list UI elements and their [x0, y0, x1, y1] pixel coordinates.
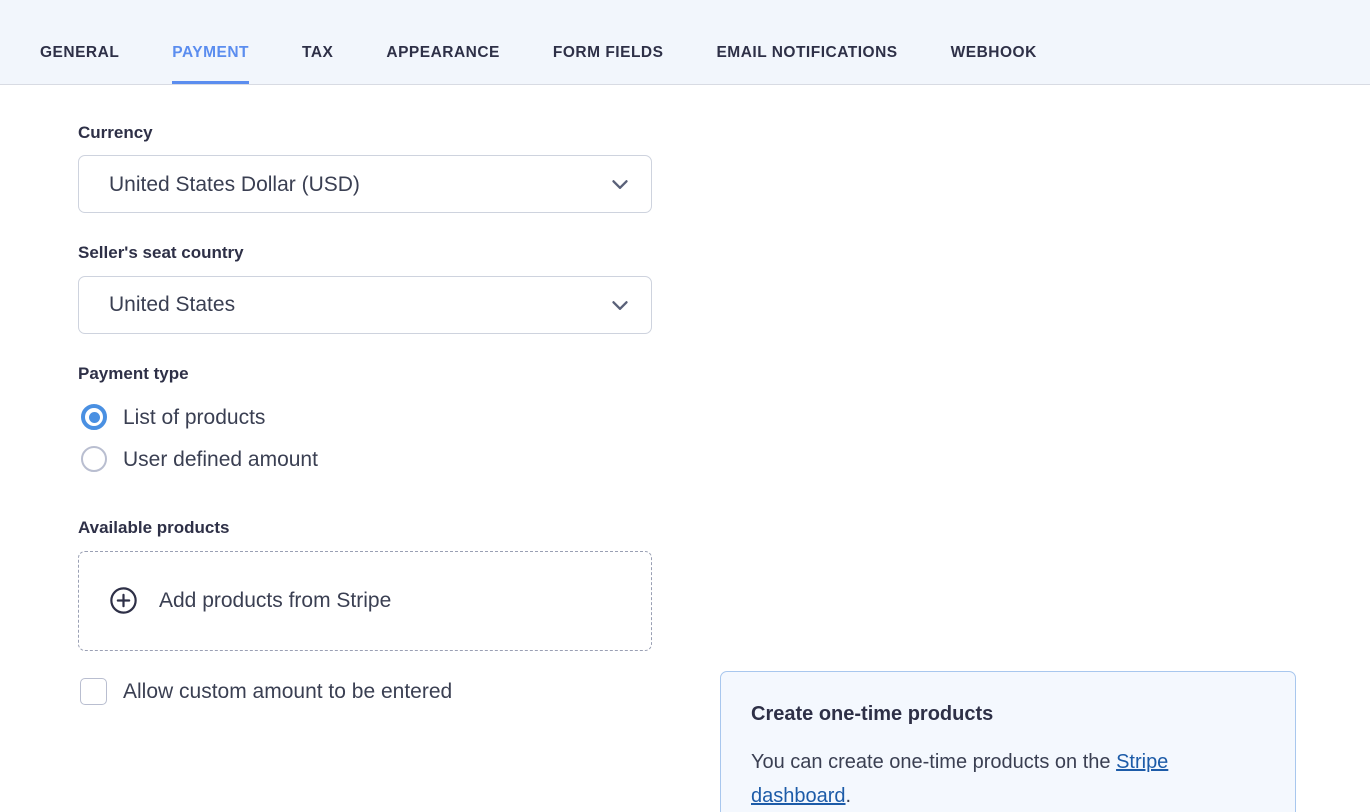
- settings-tab-bar: GENERAL PAYMENT TAX APPEARANCE FORM FIEL…: [0, 0, 1370, 85]
- seller-country-field-group: Seller's seat country United States: [78, 243, 652, 333]
- radio-option-list-of-products[interactable]: List of products: [78, 396, 652, 438]
- tab-email-notifications[interactable]: EMAIL NOTIFICATIONS: [716, 44, 897, 84]
- seller-country-select[interactable]: United States: [78, 276, 652, 334]
- tab-webhook[interactable]: WEBHOOK: [951, 44, 1037, 84]
- plus-circle-icon: [108, 585, 139, 616]
- available-products-field-group: Available products Add products from Str…: [78, 518, 652, 704]
- spacer: [78, 213, 652, 243]
- radio-label-list-of-products: List of products: [123, 407, 265, 428]
- tab-tax[interactable]: TAX: [302, 44, 333, 84]
- radio-indicator-selected[interactable]: [81, 404, 107, 430]
- tab-appearance[interactable]: APPEARANCE: [386, 44, 500, 84]
- allow-custom-amount-label: Allow custom amount to be entered: [123, 681, 452, 702]
- allow-custom-amount-checkbox[interactable]: [80, 678, 107, 705]
- callout-title: Create one-time products: [751, 702, 1265, 726]
- tab-form-fields[interactable]: FORM FIELDS: [553, 44, 664, 84]
- callout-body: You can create one-time products on the …: [751, 746, 1265, 812]
- currency-field-group: Currency United States Dollar (USD): [78, 123, 652, 213]
- radio-indicator-unselected[interactable]: [81, 446, 107, 472]
- settings-form-column: Currency United States Dollar (USD) Sell…: [78, 123, 652, 705]
- radio-label-user-defined-amount: User defined amount: [123, 449, 318, 470]
- add-products-label: Add products from Stripe: [159, 590, 391, 611]
- callout-text-before: You can create one-time products on the: [751, 751, 1116, 773]
- chevron-down-icon: [607, 171, 633, 197]
- currency-select[interactable]: United States Dollar (USD): [78, 155, 652, 213]
- payment-type-field-group: Payment type List of products User defin…: [78, 364, 652, 480]
- chevron-down-icon: [607, 292, 633, 318]
- spacer: [78, 480, 652, 518]
- seller-country-label: Seller's seat country: [78, 243, 652, 263]
- payment-settings-panel: Currency United States Dollar (USD) Sell…: [0, 85, 1370, 705]
- spacer: [78, 334, 652, 364]
- currency-select-value: United States Dollar (USD): [109, 174, 607, 195]
- create-one-time-products-callout: Create one-time products You can create …: [720, 671, 1296, 812]
- tab-general[interactable]: GENERAL: [40, 44, 119, 84]
- currency-label: Currency: [78, 123, 652, 143]
- payment-type-label: Payment type: [78, 364, 652, 384]
- add-products-from-stripe-button[interactable]: Add products from Stripe: [78, 551, 652, 651]
- radio-option-user-defined-amount[interactable]: User defined amount: [78, 438, 652, 480]
- seller-country-select-value: United States: [109, 294, 607, 315]
- allow-custom-amount-checkbox-row[interactable]: Allow custom amount to be entered: [78, 678, 652, 705]
- callout-text-after: .: [846, 785, 852, 807]
- available-products-label: Available products: [78, 518, 652, 538]
- tab-payment[interactable]: PAYMENT: [172, 44, 249, 84]
